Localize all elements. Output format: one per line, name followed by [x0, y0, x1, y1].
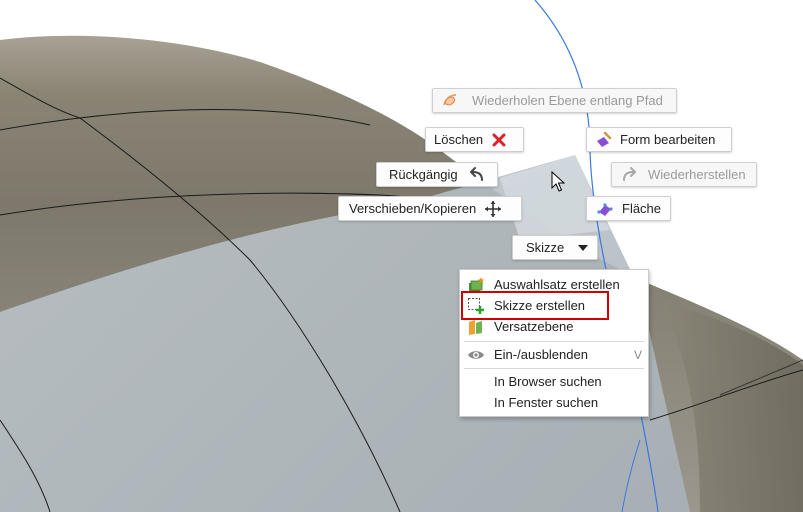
- undo-button[interactable]: Rückgängig: [376, 162, 498, 187]
- move-copy-button[interactable]: Verschieben/Kopieren: [338, 196, 522, 221]
- redo-label: Wiederherstellen: [648, 167, 746, 182]
- delete-x-icon: [490, 131, 508, 149]
- move-arrows-icon: [484, 200, 502, 218]
- edit-form-button[interactable]: Form bearbeiten: [586, 127, 732, 152]
- sketch-dropdown-label: Skizze: [526, 240, 565, 255]
- menu-separator: [464, 368, 644, 369]
- menu-item-label: Auswahlsatz erstellen: [494, 277, 620, 292]
- repeat-plane-icon: [441, 92, 459, 110]
- face-icon: [596, 200, 614, 218]
- menu-item-label: In Fenster suchen: [494, 395, 599, 410]
- mouse-cursor-icon: [551, 171, 565, 192]
- edit-form-icon: [595, 131, 613, 149]
- sketch-dropdown-button[interactable]: Skizze: [512, 235, 598, 260]
- menu-item-label: In Browser suchen: [494, 374, 602, 389]
- undo-arrow-icon: [468, 166, 486, 184]
- menu-item-label: Versatzebene: [494, 319, 574, 334]
- edit-form-label: Form bearbeiten: [620, 132, 716, 147]
- face-label: Fläche: [622, 201, 662, 216]
- delete-label: Löschen: [434, 132, 484, 147]
- offset-plane-icon: [467, 318, 485, 336]
- menu-separator: [464, 341, 644, 342]
- annotation-highlight-box: [461, 291, 609, 320]
- viewport-canvas[interactable]: [0, 0, 803, 512]
- menu-item-label: Ein-/ausblenden: [494, 347, 588, 362]
- chevron-down-icon: [574, 239, 592, 257]
- undo-label: Rückgängig: [389, 167, 458, 182]
- redo-arrow-icon: [620, 166, 638, 184]
- repeat-command-label: Wiederholen Ebene entlang Pfad: [472, 93, 663, 108]
- move-copy-label: Verschieben/Kopieren: [349, 201, 477, 216]
- menu-item-show-hide[interactable]: Ein-/ausblenden V: [460, 344, 648, 365]
- menu-item-find-in-window[interactable]: In Fenster suchen: [460, 392, 648, 413]
- menu-item-find-in-browser[interactable]: In Browser suchen: [460, 371, 648, 392]
- repeat-command-button[interactable]: Wiederholen Ebene entlang Pfad: [432, 88, 677, 113]
- delete-button[interactable]: Löschen: [425, 127, 524, 152]
- face-button[interactable]: Fläche: [586, 196, 671, 221]
- eye-icon: [467, 346, 485, 364]
- redo-button[interactable]: Wiederherstellen: [611, 162, 757, 187]
- shortcut-hint: V: [633, 348, 642, 362]
